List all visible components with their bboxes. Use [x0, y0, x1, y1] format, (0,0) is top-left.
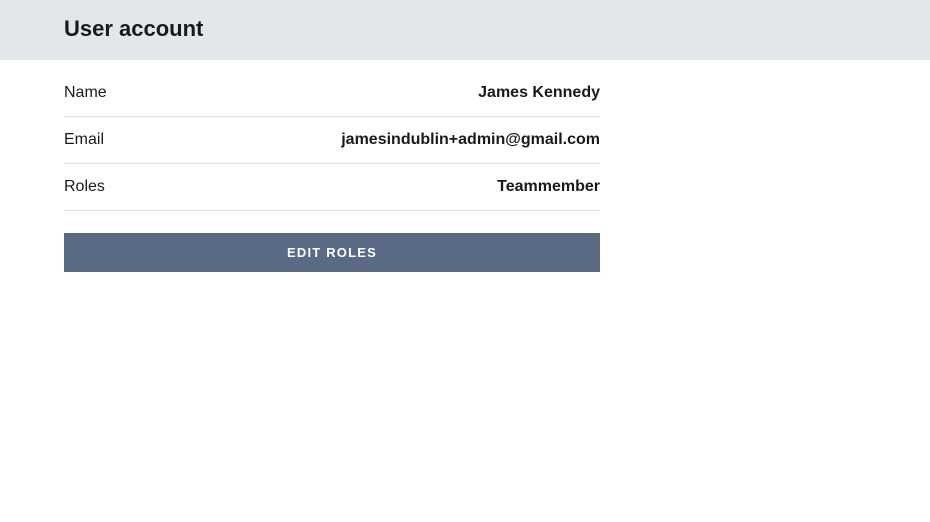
- field-row-name: Name James Kennedy: [64, 78, 600, 117]
- edit-roles-button[interactable]: EDIT ROLES: [64, 233, 600, 272]
- field-value-email: jamesindublin+admin@gmail.com: [341, 131, 600, 149]
- field-value-name: James Kennedy: [478, 84, 600, 102]
- page-title: User account: [64, 16, 600, 42]
- page-header: User account: [0, 0, 930, 60]
- field-value-roles: Teammember: [497, 178, 600, 196]
- field-label-roles: Roles: [64, 178, 105, 196]
- field-row-roles: Roles Teammember: [64, 164, 600, 211]
- field-label-name: Name: [64, 84, 107, 102]
- field-row-email: Email jamesindublin+admin@gmail.com: [64, 117, 600, 164]
- field-label-email: Email: [64, 131, 104, 149]
